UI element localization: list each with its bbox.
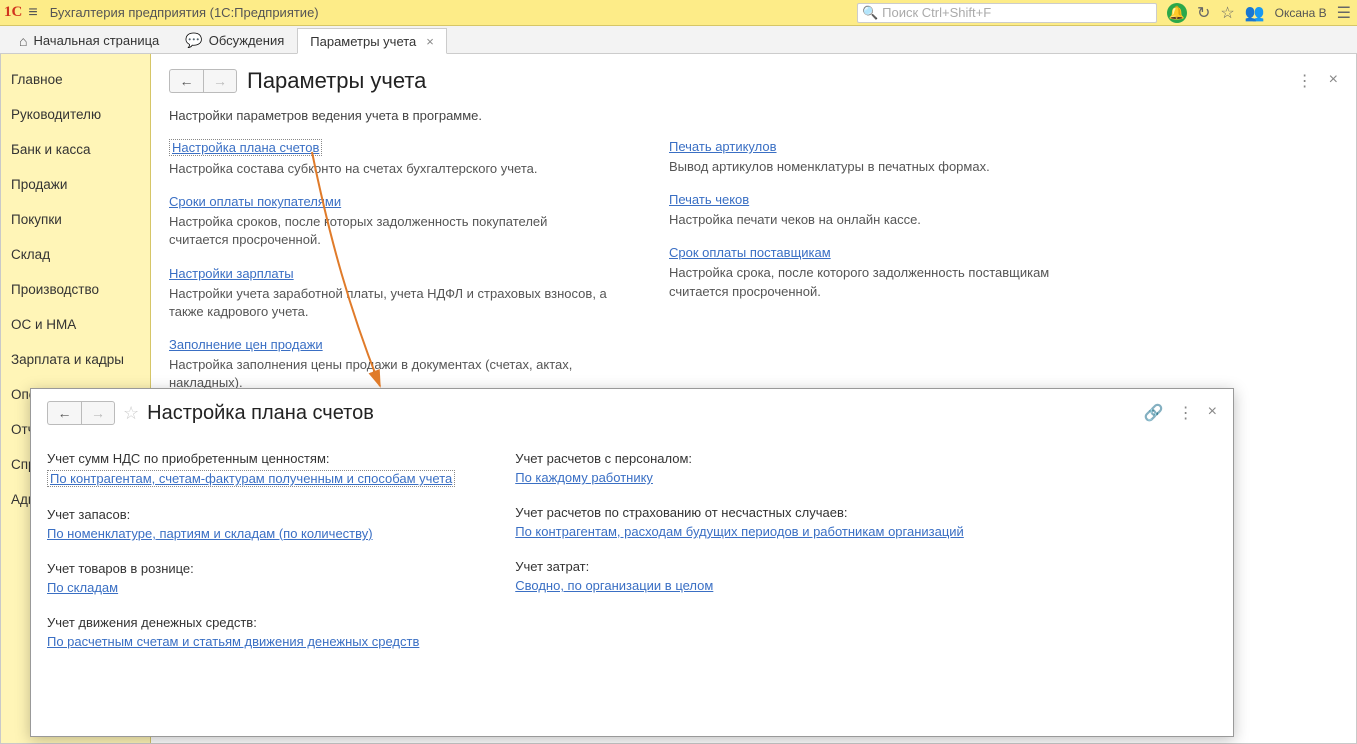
link-sales-prices-fill[interactable]: Заполнение цен продажи (169, 337, 323, 352)
link-retail[interactable]: По складам (47, 580, 118, 595)
sidebar-item-bank[interactable]: Банк и касса (1, 132, 150, 167)
link-vat[interactable]: По контрагентам, счетам-фактурам получен… (47, 470, 455, 487)
user-name[interactable]: Оксана В (1275, 6, 1327, 20)
label-vat: Учет сумм НДС по приобретенным ценностям… (47, 451, 455, 466)
sidebar-item-manager[interactable]: Руководителю (1, 97, 150, 132)
link-supplier-payment-terms[interactable]: Срок оплаты поставщикам (669, 245, 831, 260)
sidebar-item-warehouse[interactable]: Склад (1, 237, 150, 272)
desc-salary-settings: Настройки учета заработной платы, учета … (169, 285, 609, 321)
desc-supplier-payment-terms: Настройка срока, после которого задолжен… (669, 264, 1109, 300)
sidebar-item-main[interactable]: Главное (1, 62, 150, 97)
link-inventory[interactable]: По номенклатуре, партиям и складам (по к… (47, 526, 373, 541)
desc-print-receipts: Настройка печати чеков на онлайн кассе. (669, 211, 1109, 229)
sidebar-item-salary[interactable]: Зарплата и кадры (1, 342, 150, 377)
search-input[interactable]: 🔍 Поиск Ctrl+Shift+F (857, 3, 1157, 23)
menu-icon[interactable]: ≡ (28, 4, 37, 22)
page-title: Параметры учета (247, 68, 426, 94)
label-insurance: Учет расчетов по страхованию от несчастн… (515, 505, 964, 520)
tab-active-label: Параметры учета (310, 34, 416, 49)
link-icon[interactable]: 🔗 (1144, 403, 1164, 423)
star-icon[interactable]: ☆ (1220, 3, 1234, 23)
modal-header-actions: 🔗 ⋮ × (1144, 403, 1217, 423)
page-header: ← → Параметры учета ⋮ × (169, 68, 1338, 94)
right-column: Печать артикулов Вывод артикулов номенкл… (669, 137, 1109, 406)
link-personnel[interactable]: По каждому работнику (515, 470, 653, 485)
tab-discuss[interactable]: 💬 Обсуждения (172, 27, 297, 53)
sidebar-item-sales[interactable]: Продажи (1, 167, 150, 202)
forward-button[interactable]: → (203, 69, 237, 93)
label-inventory: Учет запасов: (47, 507, 455, 522)
user-icon[interactable]: 👥 (1245, 3, 1265, 23)
link-cashflow[interactable]: По расчетным счетам и статьям движения д… (47, 634, 419, 649)
page-description: Настройки параметров ведения учета в про… (169, 108, 1338, 123)
desc-print-sku: Вывод артикулов номенклатуры в печатных … (669, 158, 1109, 176)
bell-icon[interactable]: 🔔 (1167, 3, 1187, 23)
link-chart-of-accounts[interactable]: Настройка плана счетов (169, 139, 322, 156)
modal-forward-button[interactable]: → (81, 401, 115, 425)
search-placeholder: Поиск Ctrl+Shift+F (882, 5, 991, 20)
settings-icon[interactable]: ☰ (1337, 3, 1351, 23)
chat-icon: 💬 (185, 32, 202, 49)
close-icon[interactable]: × (426, 34, 434, 49)
more-icon[interactable]: ⋮ (1297, 71, 1313, 91)
label-personnel: Учет расчетов с персоналом: (515, 451, 964, 466)
modal-columns: Учет сумм НДС по приобретенным ценностям… (47, 451, 1217, 669)
tab-home-label: Начальная страница (33, 33, 159, 48)
label-costs: Учет затрат: (515, 559, 964, 574)
modal-right-column: Учет расчетов с персоналом: По каждому р… (515, 451, 964, 669)
favorite-icon[interactable]: ☆ (123, 403, 139, 424)
tabstrip: ⌂ Начальная страница 💬 Обсуждения Параме… (0, 26, 1357, 54)
modal-title: Настройка плана счетов (147, 402, 374, 425)
modal-nav-buttons: ← → (47, 401, 115, 425)
back-button[interactable]: ← (169, 69, 203, 93)
link-print-receipts[interactable]: Печать чеков (669, 192, 749, 207)
label-retail: Учет товаров в рознице: (47, 561, 455, 576)
nav-buttons: ← → (169, 69, 237, 93)
modal-header: ← → ☆ Настройка плана счетов 🔗 ⋮ × (47, 401, 1217, 425)
link-insurance[interactable]: По контрагентам, расходам будущих период… (515, 524, 964, 539)
desc-sales-prices-fill: Настройка заполнения цены продажи в доку… (169, 356, 609, 392)
titlebar-icons: 🔔 ↻ ☆ 👥 Оксана В ☰ (1167, 3, 1351, 23)
link-salary-settings[interactable]: Настройки зарплаты (169, 266, 294, 281)
page-header-actions: ⋮ × (1297, 71, 1338, 91)
modal-close-icon[interactable]: × (1208, 403, 1217, 423)
desc-chart-of-accounts: Настройка состава субконто на счетах бух… (169, 160, 609, 178)
tab-discuss-label: Обсуждения (209, 33, 285, 48)
close-page-icon[interactable]: × (1329, 71, 1338, 91)
modal-chart-of-accounts: ← → ☆ Настройка плана счетов 🔗 ⋮ × Учет … (30, 388, 1234, 737)
link-costs[interactable]: Сводно, по организации в целом (515, 578, 713, 593)
label-cashflow: Учет движения денежных средств: (47, 615, 455, 630)
sidebar-item-fixed-assets[interactable]: ОС и НМА (1, 307, 150, 342)
tab-accounting-params[interactable]: Параметры учета × (297, 28, 447, 54)
titlebar: 1C ≡ Бухгалтерия предприятия (1С:Предпри… (0, 0, 1357, 26)
left-column: Настройка плана счетов Настройка состава… (169, 137, 609, 406)
modal-more-icon[interactable]: ⋮ (1178, 403, 1194, 423)
link-print-sku[interactable]: Печать артикулов (669, 139, 777, 154)
logo-1c: 1C (4, 4, 22, 21)
modal-left-column: Учет сумм НДС по приобретенным ценностям… (47, 451, 455, 669)
desc-customer-payment-terms: Настройка сроков, после которых задолжен… (169, 213, 609, 249)
sidebar-item-purchases[interactable]: Покупки (1, 202, 150, 237)
modal-back-button[interactable]: ← (47, 401, 81, 425)
app-title: Бухгалтерия предприятия (1С:Предприятие) (50, 5, 319, 20)
search-icon: 🔍 (862, 5, 878, 21)
home-icon: ⌂ (19, 33, 27, 49)
settings-columns: Настройка плана счетов Настройка состава… (169, 137, 1338, 406)
history-icon[interactable]: ↻ (1197, 3, 1210, 23)
link-customer-payment-terms[interactable]: Сроки оплаты покупателями (169, 194, 341, 209)
tab-home[interactable]: ⌂ Начальная страница (6, 27, 172, 53)
sidebar-item-production[interactable]: Производство (1, 272, 150, 307)
